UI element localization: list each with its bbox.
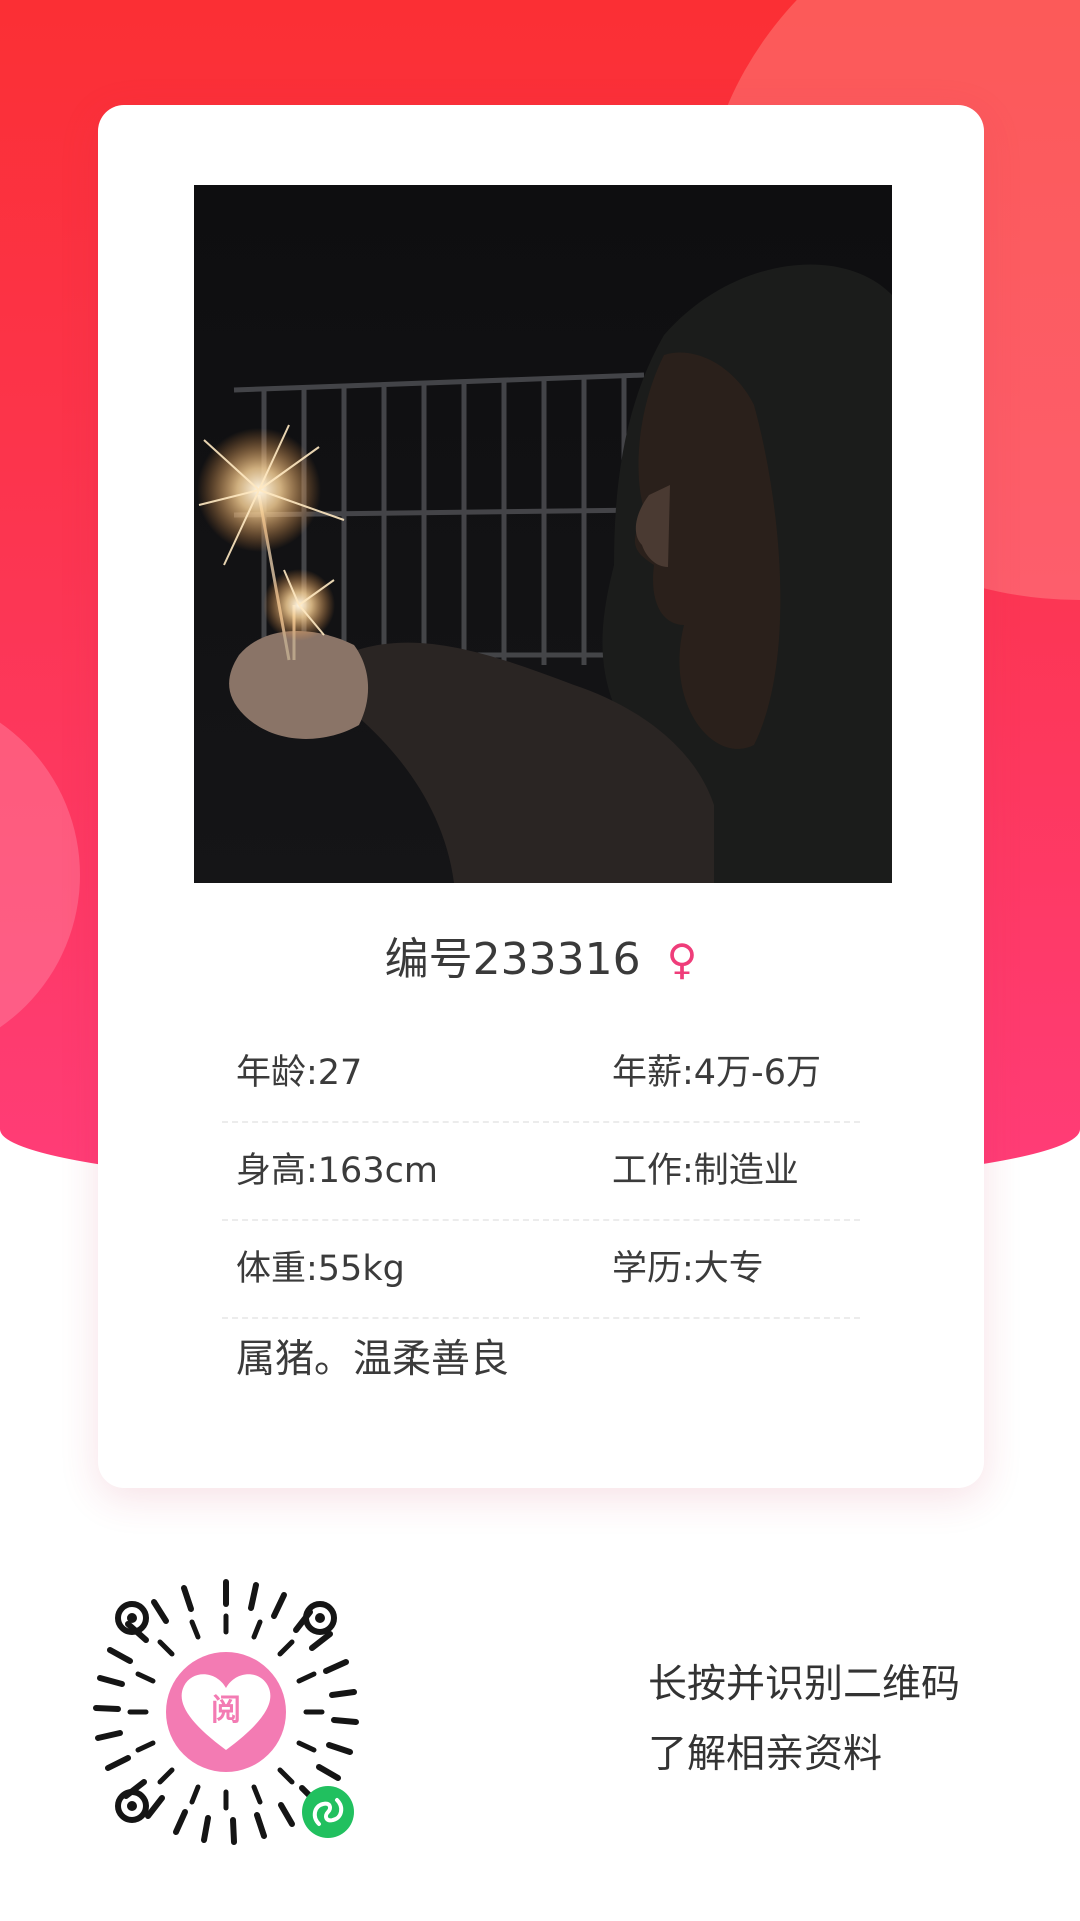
- decor-bubble-left: [0, 690, 80, 1060]
- info-education: 学历:大专: [612, 1249, 764, 1289]
- info-row: 身高:163cm 工作:制造业: [222, 1123, 860, 1221]
- profile-title-row: 编号233316 ♀: [98, 925, 984, 995]
- qr-instruction-line2: 了解相亲资料: [648, 1732, 883, 1777]
- qr-instructions: 长按并识别二维码 了解相亲资料: [648, 1650, 960, 1790]
- mini-program-qr-code[interactable]: 阅: [76, 1562, 376, 1862]
- profile-id: 编号233316: [384, 934, 641, 985]
- share-poster: 编号233316 ♀ 年龄:27 年薪:4万-6万 身高:163cm 工作:制造业…: [0, 0, 1080, 1921]
- profile-bio: 属猪。温柔善良: [236, 1337, 510, 1382]
- info-height: 身高:163cm: [236, 1151, 438, 1191]
- photo-illustration: [194, 185, 892, 883]
- female-icon: ♀: [666, 935, 698, 984]
- info-weight: 体重:55kg: [236, 1249, 405, 1289]
- qr-code-graphic: 阅: [93, 1579, 359, 1845]
- info-row: 年龄:27 年薪:4万-6万: [222, 1025, 860, 1123]
- info-age: 年龄:27: [236, 1053, 363, 1093]
- qr-instruction-line1: 长按并识别二维码: [648, 1662, 961, 1707]
- profile-card: 编号233316 ♀ 年龄:27 年薪:4万-6万 身高:163cm 工作:制造业…: [98, 105, 984, 1488]
- info-job: 工作:制造业: [612, 1151, 799, 1191]
- info-salary: 年薪:4万-6万: [612, 1053, 821, 1093]
- profile-info-grid: 年龄:27 年薪:4万-6万 身高:163cm 工作:制造业 体重:55kg 学…: [222, 1025, 860, 1319]
- info-row: 体重:55kg 学历:大专: [222, 1221, 860, 1319]
- profile-photo[interactable]: [194, 185, 892, 883]
- qr-logo-text: 阅: [211, 1693, 241, 1728]
